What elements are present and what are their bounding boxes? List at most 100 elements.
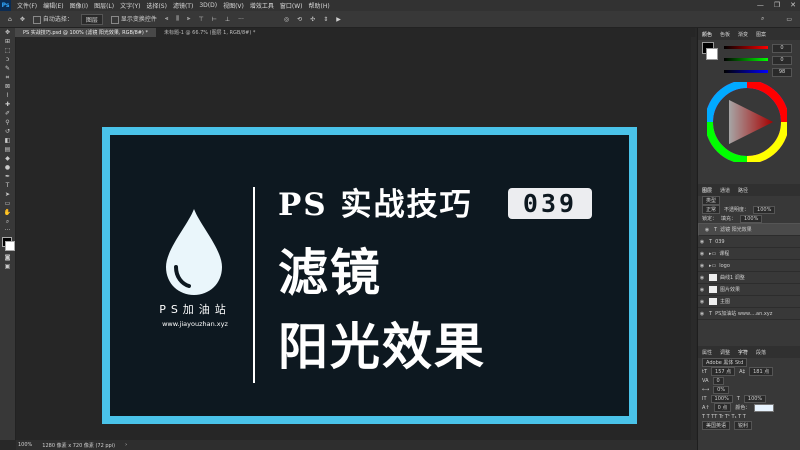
canvas-area[interactable]: PS加油站 www.jiayouzhan.xyz PS 实战技巧 039 滤镜 … [16,37,696,440]
horizontal-scale-field[interactable]: 100% [743,394,767,403]
shape-tool-icon[interactable]: ▭ [0,199,15,208]
align-right-icon[interactable]: ⫸ [187,15,190,23]
workspace-icon[interactable]: ▭ [786,16,792,23]
3d-mode-icon[interactable]: ◎ [284,16,289,23]
tab-channels[interactable]: 通道 [720,187,730,194]
kerning-field[interactable]: 0% [713,385,730,394]
blue-slider[interactable] [724,70,768,73]
antialias-dropdown[interactable]: 锐利 [734,421,753,430]
eyedropper-tool-icon[interactable]: ⌇ [0,91,15,100]
tab-swatches[interactable]: 色板 [720,31,730,38]
healing-brush-icon[interactable]: ✚ [0,100,15,109]
bg-color-swatch[interactable] [706,48,718,60]
gradient-tool-icon[interactable]: ▤ [0,145,15,154]
align-bottom-icon[interactable]: ⊥ [225,16,230,23]
visibility-eye-icon[interactable]: ◉ [698,251,706,257]
3d-drag-icon[interactable]: ✣ [310,16,315,23]
align-center-icon[interactable]: ⫼ [176,15,179,23]
type-tool-icon[interactable]: T [0,181,15,190]
menu-plugins[interactable]: 增效工具 [250,1,274,10]
move-tool-icon[interactable]: ✥ [20,16,25,23]
layer-row[interactable]: ◉ T 039 [698,236,800,248]
menu-image[interactable]: 图像(I) [70,1,88,10]
visibility-eye-icon[interactable]: ◉ [698,311,706,317]
visibility-eye-icon[interactable]: ◉ [703,227,711,233]
green-value[interactable]: 0 [772,56,792,65]
tab-patterns[interactable]: 图案 [756,31,766,38]
baseline-field[interactable]: 0 点 [713,403,732,412]
menu-select[interactable]: 选择(S) [146,1,167,10]
menu-edit[interactable]: 编辑(E) [43,1,63,10]
visibility-eye-icon[interactable]: ◉ [698,239,706,245]
auto-select-checkbox[interactable]: 自动选择： [32,14,73,24]
quick-select-tool-icon[interactable]: ✎ [0,64,15,73]
eraser-tool-icon[interactable]: ◧ [0,136,15,145]
align-top-icon[interactable]: ⊤ [198,16,203,23]
layer-row[interactable]: ◉ ▸▭ logo [698,260,800,272]
layer-row[interactable]: ◉ 图片效果 [698,284,800,296]
screen-mode-icon[interactable]: ▣ [0,262,15,271]
align-left-icon[interactable]: ⫷ [165,15,168,23]
menu-3d[interactable]: 3D(D) [199,2,217,9]
tab-ps-tips-doc[interactable]: PS 实战技巧.psd @ 100% (滤镜 阳光效果, RGB/8#) * [15,28,156,37]
tab-layers[interactable]: 图层 [702,187,712,194]
3d-slide-icon[interactable]: ⇕ [323,16,328,23]
vertical-scale-field[interactable]: 100% [710,394,733,403]
canvas-scrollbar[interactable] [691,37,696,440]
document-canvas[interactable]: PS加油站 www.jiayouzhan.xyz PS 实战技巧 039 滤镜 … [102,127,637,424]
background-color-swatch[interactable] [5,241,15,251]
tab-color[interactable]: 颜色 [702,31,712,38]
visibility-eye-icon[interactable]: ◉ [698,299,706,305]
more-options-button[interactable]: ··· [238,16,244,23]
menu-filter[interactable]: 滤镜(T) [173,1,193,10]
font-size-field[interactable]: 157 点 [711,367,736,376]
menu-type[interactable]: 文字(Y) [120,1,140,10]
blue-value[interactable]: 98 [772,68,792,77]
red-slider[interactable] [724,46,768,49]
zoom-tool-icon[interactable]: ⌕ [0,217,15,226]
menu-window[interactable]: 窗口(W) [280,1,303,10]
align-middle-icon[interactable]: ⊢ [212,16,217,23]
text-color-swatch[interactable] [754,403,775,412]
quick-mask-icon[interactable]: ◙ [0,253,15,262]
leading-field[interactable]: 181 点 [749,367,774,376]
font-family-dropdown[interactable]: Adobe 黑体 Std [702,358,748,367]
menu-view[interactable]: 视图(V) [223,1,244,10]
layer-row[interactable]: ◉ 曲线1 调整 [698,272,800,284]
photoshop-logo-icon[interactable]: Ps [0,0,11,11]
zoom-level[interactable]: 100% [18,442,32,448]
dodge-tool-icon[interactable]: ● [0,163,15,172]
tracking-field[interactable]: 0 [712,376,724,385]
layer-select-dropdown[interactable]: 图层 [80,13,103,25]
search-icon[interactable]: ⌕ [761,15,764,23]
menu-file[interactable]: 文件(F) [17,1,37,10]
home-icon[interactable]: ⌂ [8,16,12,23]
pen-tool-icon[interactable]: ✒ [0,172,15,181]
language-dropdown[interactable]: 美国英语 [702,421,731,430]
menu-layer[interactable]: 图层(L) [94,1,114,10]
lasso-tool-icon[interactable]: ↄ [0,55,15,64]
maximize-icon[interactable]: ❐ [774,1,780,9]
green-slider[interactable] [724,58,768,61]
visibility-eye-icon[interactable]: ◉ [698,263,706,269]
video-camera-icon[interactable]: ▶ [336,16,341,23]
more-tools-icon[interactable]: ··· [0,226,15,235]
frame-tool-icon[interactable]: ⊠ [0,82,15,91]
marquee-tool-icon[interactable]: ⬚ [0,46,15,55]
crop-tool-icon[interactable]: ⌗ [0,73,15,82]
tab-paragraph[interactable]: 段落 [756,349,766,356]
layer-row[interactable]: ◉ T 滤镜 阳光效果 [698,223,800,236]
move-tool-icon[interactable]: ✥ [0,28,15,37]
tab-properties[interactable]: 属性 [702,349,712,356]
blur-tool-icon[interactable]: ◆ [0,154,15,163]
tab-untitled-doc[interactable]: 未标题-1 @ 66.7% (图层 1, RGB/8#) * [156,28,263,37]
clone-stamp-icon[interactable]: ⚲ [0,118,15,127]
visibility-eye-icon[interactable]: ◉ [698,275,706,281]
layer-row[interactable]: ◉ ▸▭ 课程 [698,248,800,260]
fill-field[interactable]: 100% [740,214,763,223]
close-icon[interactable]: ✕ [790,1,796,9]
show-transform-checkbox[interactable]: 显示变换控件 [110,14,157,24]
3d-rotate-icon[interactable]: ⟲ [297,16,302,23]
minimize-icon[interactable]: — [757,1,764,9]
tab-gradients[interactable]: 渐变 [738,31,748,38]
